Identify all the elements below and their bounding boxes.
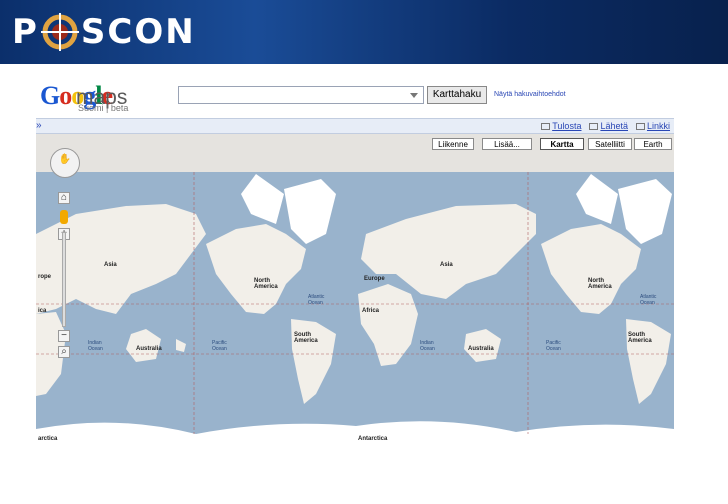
printer-icon: [541, 123, 551, 131]
map-label-australia-1: Australia: [136, 346, 162, 352]
map-label-atlantic-ocean-1: Atlantic Ocean: [308, 294, 325, 306]
zoom-slider[interactable]: [62, 232, 66, 327]
map-label-indian-ocean-2: Indian Ocean: [420, 340, 435, 352]
search-button[interactable]: Karttahaku: [427, 86, 487, 104]
search-input[interactable]: [178, 86, 424, 104]
advanced-search-link[interactable]: Näytä hakuvaihtoehdot: [494, 91, 566, 98]
pegman-icon[interactable]: [60, 210, 68, 224]
zoom-to-fit-icon[interactable]: ⌂: [58, 192, 70, 204]
map-label-asia-1: Asia: [104, 262, 117, 268]
map-view-button[interactable]: Kartta: [540, 138, 584, 150]
envelope-icon: [589, 123, 599, 131]
map-toolbar: » Tulosta Lähetä Linkki: [36, 118, 674, 134]
logo-text-left: P: [12, 12, 39, 52]
map-label-pacific-ocean-1: Pacific Ocean: [212, 340, 227, 352]
map-label-atlantic-ocean-2: Atlantic Ocean: [640, 294, 657, 306]
print-link[interactable]: Tulosta: [541, 119, 581, 133]
map-canvas: [36, 134, 674, 482]
map-label-pacific-ocean-2: Pacific Ocean: [546, 340, 561, 352]
map-label-europe-1: rope: [38, 274, 52, 280]
google-letter: o: [59, 81, 72, 110]
print-label: Tulosta: [552, 121, 582, 131]
world-map[interactable]: Liikenne Lisää... Kartta Satelliitti Ear…: [36, 134, 674, 482]
chain-link-icon: [635, 123, 645, 131]
poscon-logo: P SCON: [12, 12, 196, 52]
map-label-antarctica-1: arctica: [38, 436, 58, 442]
map-label-south-america-1: South America: [294, 332, 318, 344]
pan-control[interactable]: ✋: [50, 148, 80, 178]
target-logo-icon: [40, 13, 79, 51]
map-label-south-america-2: South America: [628, 332, 652, 344]
map-label-asia-2: Asia: [440, 262, 453, 268]
zoom-control: ⌂ + − ⌕: [58, 192, 70, 362]
satellite-view-button[interactable]: Satelliitti: [588, 138, 632, 150]
magnifier-icon[interactable]: ⌕: [58, 346, 70, 358]
map-label-north-america-1: North America: [254, 278, 278, 290]
pan-hand-icon: ✋: [58, 154, 72, 165]
map-label-north-america-2: North America: [588, 278, 612, 290]
map-label-europe-2: Europe: [364, 276, 385, 282]
link-link[interactable]: Linkki: [635, 119, 670, 133]
locale-subtitle: Suomi | beta: [78, 103, 129, 113]
map-label-australia-2: Australia: [468, 346, 494, 352]
zoom-out-button[interactable]: −: [58, 330, 70, 342]
link-label: Linkki: [646, 121, 670, 131]
map-label-africa-2: Africa: [362, 308, 380, 314]
traffic-button[interactable]: Liikenne: [432, 138, 474, 150]
earth-view-button[interactable]: Earth: [634, 138, 672, 150]
send-label: Lähetä: [600, 121, 628, 131]
map-label-indian-ocean-1: Indian Ocean: [88, 340, 103, 352]
header-banner: P SCON: [0, 0, 728, 64]
google-letter: G: [40, 81, 60, 110]
map-label-africa-1: ica: [38, 308, 47, 314]
map-label-antarctica-2: Antarctica: [358, 436, 388, 442]
more-button[interactable]: Lisää...: [482, 138, 532, 150]
dropdown-arrow-icon[interactable]: [410, 93, 418, 98]
send-link[interactable]: Lähetä: [589, 119, 628, 133]
expand-panel-icon[interactable]: »: [36, 119, 42, 133]
logo-text-right: SCON: [80, 12, 196, 52]
